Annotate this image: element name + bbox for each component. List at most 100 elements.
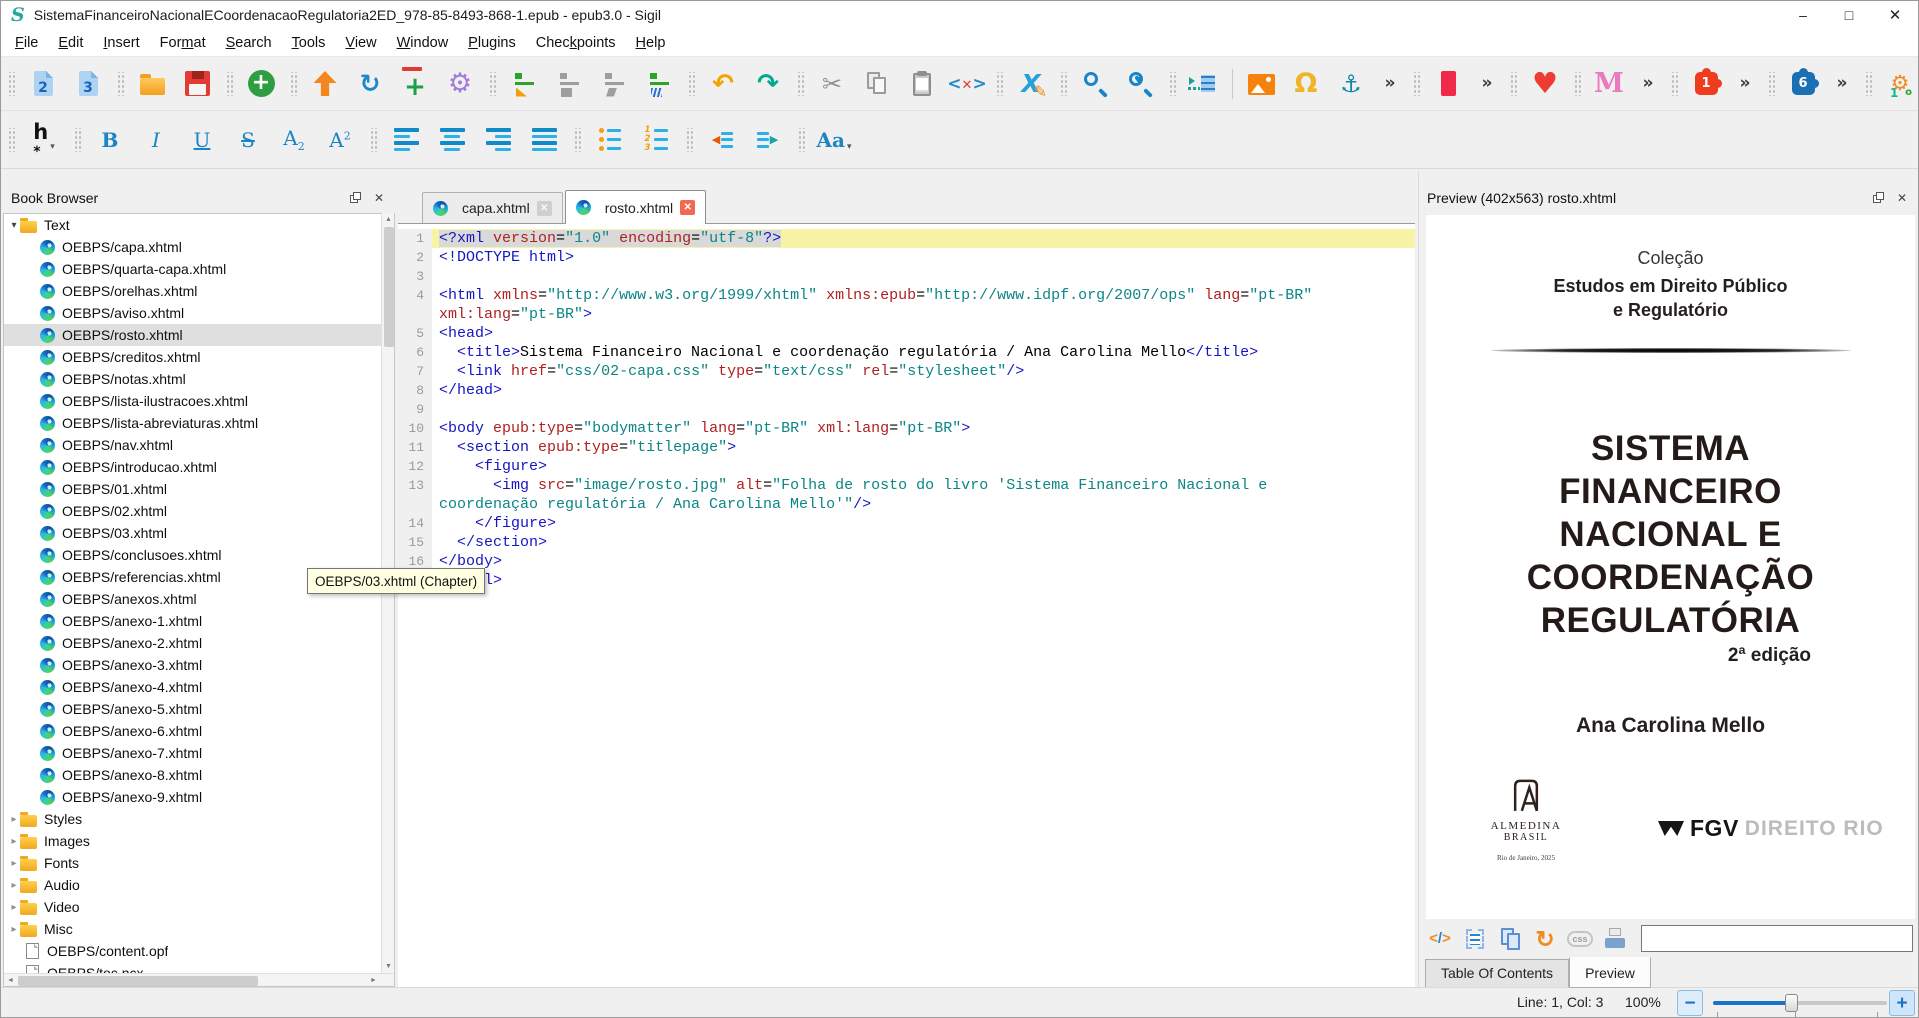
tree-item-oebps-notas-xhtml[interactable]: OEBPS/notas.xhtml [4,368,394,390]
zoom-slider-handle[interactable] [1785,994,1798,1012]
bookmark-button[interactable] [1431,67,1465,101]
code-line[interactable]: 17</html> [398,571,1415,590]
decrease-indent-button[interactable]: ◀ [705,123,739,157]
toolbar-handle[interactable] [685,128,693,152]
add-existing-files-button[interactable]: + [244,67,278,101]
increase-indent-button[interactable]: ▶ [751,123,785,157]
italic-button[interactable]: I [139,123,173,157]
bookmark-overflow-button[interactable]: » [1476,67,1498,101]
align-center-button[interactable] [435,123,469,157]
tab-rosto-xhtml[interactable]: rosto.xhtml✕ [565,190,706,224]
find-special-button[interactable]: ♥ [1123,67,1157,101]
expand-icon[interactable]: ▸ [8,858,20,869]
select-all-button[interactable] [1462,926,1488,952]
insert-special-character-button[interactable]: Ω [1289,67,1323,101]
menu-file[interactable]: File [5,31,48,55]
tab-close-icon[interactable]: ✕ [537,201,552,216]
add-blank-file-button[interactable]: + [398,67,432,101]
toolbar-handle[interactable] [369,128,377,152]
toolbar-handle[interactable] [1767,72,1775,96]
code-line[interactable]: 9 [398,400,1415,419]
split-at-cursor-button[interactable] [507,67,541,101]
toolbar-handle[interactable] [73,128,81,152]
tab-capa-xhtml[interactable]: capa.xhtml✕ [422,192,563,223]
book-browser-float-button[interactable] [347,190,363,206]
code-line[interactable]: 4<html xmlns="http://www.w3.org/1999/xht… [398,286,1415,305]
code-line[interactable]: coordenação regulatória / Ana Carolina M… [398,495,1415,514]
toolbar-handle[interactable] [7,128,15,152]
tree-item-oebps-anexo-5-xhtml[interactable]: OEBPS/anexo-5.xhtml [4,698,394,720]
tree-item-oebps-anexo-3-xhtml[interactable]: OEBPS/anexo-3.xhtml [4,654,394,676]
save-button[interactable] [180,67,214,101]
tree-item-oebps-orelhas-xhtml[interactable]: OEBPS/orelhas.xhtml [4,280,394,302]
preview-float-button[interactable] [1870,190,1886,206]
book-browser-close-button[interactable]: ✕ [371,190,387,206]
scroll-left-icon[interactable] [4,974,17,987]
code-line[interactable]: 2<!DOCTYPE html> [398,248,1415,267]
refresh-preview-button[interactable]: ↻ [1532,926,1558,952]
minimize-button[interactable]: – [1780,1,1826,29]
metadata-editor-button[interactable] [1187,67,1221,101]
favorite-button[interactable]: ♥ [1528,67,1562,101]
tree-item-video[interactable]: ▸Video [4,896,394,918]
menu-insert[interactable]: Insert [93,31,149,55]
code-line[interactable]: 11 <section epub:type="titlepage"> [398,438,1415,457]
toolbar-handle[interactable] [1573,72,1581,96]
toolbar-handle[interactable] [797,128,805,152]
tree-hscroll-thumb[interactable] [18,976,258,986]
insert-overflow-button[interactable]: » [1379,67,1401,101]
spellcheck-button[interactable]: X✎ [1014,67,1048,101]
tree-item-oebps-creditos-xhtml[interactable]: OEBPS/creditos.xhtml [4,346,394,368]
copy-selection-button[interactable] [1497,926,1523,952]
plugin-1-button[interactable]: 1 [1689,67,1723,101]
code-line[interactable]: 7 <link href="css/02-capa.css" type="tex… [398,362,1415,381]
tree-item-oebps-02-xhtml[interactable]: OEBPS/02.xhtml [4,500,394,522]
subscript-button[interactable]: A2 [277,123,311,157]
strikethrough-button[interactable]: S [231,123,265,157]
toolbar-handle[interactable] [796,72,804,96]
paste-button[interactable] [905,67,939,101]
toolbar-handle[interactable] [687,72,695,96]
tree-item-oebps-conclusoes-xhtml[interactable]: OEBPS/conclusoes.xhtml [4,544,394,566]
menu-plugins[interactable]: Plugins [458,31,526,55]
bottom-tab-preview[interactable]: Preview [1569,957,1651,988]
align-right-button[interactable] [481,123,515,157]
bullet-list-button[interactable] [593,123,627,157]
insert-image-button[interactable] [1244,67,1278,101]
bold-button[interactable]: B [93,123,127,157]
tree-item-oebps-nav-xhtml[interactable]: OEBPS/nav.xhtml [4,434,394,456]
tree-item-styles[interactable]: ▸Styles [4,808,394,830]
tree-item-oebps-anexo-7-xhtml[interactable]: OEBPS/anexo-7.xhtml [4,742,394,764]
tree-item-oebps-lista-abreviaturas-xhtml[interactable]: OEBPS/lista-abreviaturas.xhtml [4,412,394,434]
code-line[interactable]: 3 [398,267,1415,286]
toolbar-handle[interactable] [1670,72,1678,96]
tree-item-oebps-anexo-8-xhtml[interactable]: OEBPS/anexo-8.xhtml [4,764,394,786]
tree-item-oebps-anexo-2-xhtml[interactable]: OEBPS/anexo-2.xhtml [4,632,394,654]
menu-format[interactable]: Format [150,31,216,55]
expand-icon[interactable]: ▸ [8,924,20,935]
toolbar-handle[interactable] [1168,72,1176,96]
toggle-css-button[interactable]: css [1567,926,1593,952]
inspect-code-button[interactable]: </> [1427,926,1453,952]
expand-icon[interactable]: ▸ [8,814,20,825]
plugin-tools-button[interactable]: ⚙1o [1883,67,1917,101]
tree-item-oebps-anexo-1-xhtml[interactable]: OEBPS/anexo-1.xhtml [4,610,394,632]
code-line[interactable]: 15 </section> [398,533,1415,552]
toolbar-handle[interactable] [1412,72,1420,96]
tree-item-audio[interactable]: ▸Audio [4,874,394,896]
menu-help[interactable]: Help [626,31,676,55]
tree-item-images[interactable]: ▸Images [4,830,394,852]
mathml-overflow-button[interactable]: » [1637,67,1659,101]
code-view[interactable]: 1<?xml version="1.0" encoding="utf-8"?>2… [398,224,1415,987]
code-line[interactable]: 8</head> [398,381,1415,400]
toolbar-handle[interactable] [573,128,581,152]
tree-horizontal-scrollbar[interactable] [4,973,394,986]
reload-button[interactable]: ↻ [353,67,387,101]
open-button[interactable] [135,67,169,101]
tree-item-oebps-introducao-xhtml[interactable]: OEBPS/introducao.xhtml [4,456,394,478]
tree-item-oebps-anexo-6-xhtml[interactable]: OEBPS/anexo-6.xhtml [4,720,394,742]
tree-item-oebps-anexo-9-xhtml[interactable]: OEBPS/anexo-9.xhtml [4,786,394,808]
code-line[interactable]: 12 <figure> [398,457,1415,476]
tree-item-oebps-quarta-capa-xhtml[interactable]: OEBPS/quarta-capa.xhtml [4,258,394,280]
close-button[interactable]: ✕ [1872,1,1918,29]
